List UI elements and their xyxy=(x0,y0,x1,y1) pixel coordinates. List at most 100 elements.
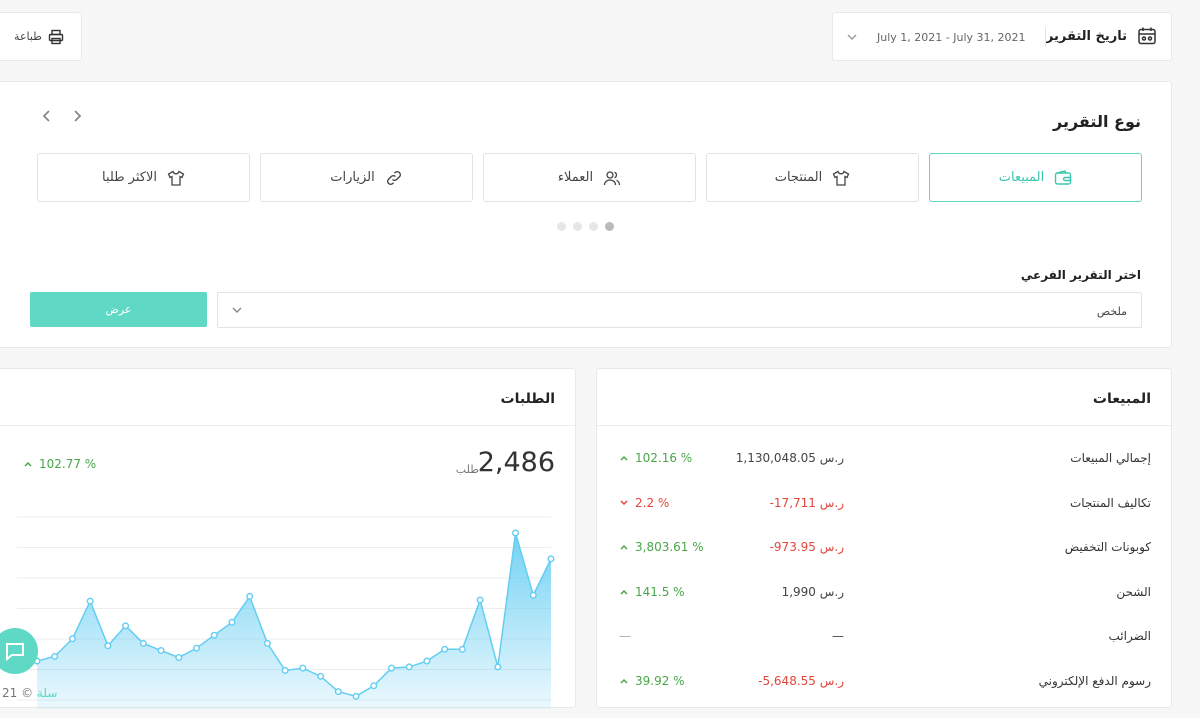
orders-data-point[interactable] xyxy=(334,688,342,696)
sales-row-label: الشحن xyxy=(1116,584,1151,599)
orders-data-point[interactable] xyxy=(263,639,271,647)
orders-data-point[interactable] xyxy=(512,529,520,537)
date-title: تاريخ التقرير xyxy=(1045,29,1127,44)
sales-row-value: 1,990 ر.س xyxy=(781,584,844,599)
sales-row: إجمالي المبيعات 1,130,048.05 ر.س 102.16 % xyxy=(597,451,1171,495)
tile-most-ordered[interactable]: الاكثر طلبا xyxy=(37,153,250,202)
carousel-dot-active[interactable] xyxy=(605,222,614,231)
sales-row-change-value: 3,803.61 % xyxy=(635,540,704,555)
sub-report-select[interactable]: ملخص xyxy=(217,292,1142,328)
orders-data-point[interactable] xyxy=(228,618,236,626)
arrow-up-icon xyxy=(620,589,628,595)
sales-row-value: -5,648.55 ر.س xyxy=(758,674,844,688)
orders-data-point[interactable] xyxy=(104,642,112,650)
footer-copyright: 21 © xyxy=(2,686,34,700)
sales-row-label: كوبونات التخفيض xyxy=(1064,540,1151,555)
chat-icon xyxy=(6,643,24,661)
tile-label: الزيارات xyxy=(330,170,375,185)
sales-row-change-value: 141.5 % xyxy=(635,584,685,599)
show-button[interactable]: عرض xyxy=(30,292,207,327)
tile-customers[interactable]: العملاء xyxy=(483,153,696,202)
sub-report-value: ملخص xyxy=(1096,305,1127,318)
tile-label: المبيعات xyxy=(998,170,1045,185)
arrow-up-icon xyxy=(620,678,628,684)
chevron-left-icon[interactable] xyxy=(39,108,55,124)
orders-data-point[interactable] xyxy=(547,555,555,563)
report-type-card: نوع التقرير المبيعات المنتجات العملاء ال… xyxy=(0,81,1172,348)
sales-row-change-value: 2.2 % xyxy=(635,495,670,510)
divider xyxy=(1045,27,1046,47)
report-type-title: نوع التقرير xyxy=(1053,112,1141,131)
arrow-up-icon xyxy=(620,455,628,461)
tile-label: المنتجات xyxy=(774,170,823,185)
sales-row-value: -973.95 ر.س xyxy=(769,540,844,555)
print-label: طباعة xyxy=(14,30,42,43)
tile-sales[interactable]: المبيعات xyxy=(929,153,1142,202)
orders-data-point[interactable] xyxy=(476,596,484,604)
tile-products[interactable]: المنتجات xyxy=(706,153,919,202)
orders-data-point[interactable] xyxy=(529,591,537,599)
date-range-picker[interactable]: تاريخ التقرير July 1, 2021 - July 31, 20… xyxy=(832,12,1172,61)
printer-icon xyxy=(48,29,64,44)
sales-row-value: -17,711 ر.س xyxy=(769,495,844,510)
orders-title: الطلبات xyxy=(500,391,555,407)
sales-row-change: 39.92 % xyxy=(619,674,685,688)
sales-row-change: 3,803.61 % xyxy=(619,540,704,554)
orders-data-point[interactable] xyxy=(387,664,395,672)
orders-unit: طلب xyxy=(455,463,479,476)
orders-data-point[interactable] xyxy=(68,635,76,643)
arrow-down-icon xyxy=(620,500,628,505)
tile-label: الاكثر طلبا xyxy=(102,170,157,185)
print-button[interactable]: طباعة xyxy=(0,12,82,61)
sales-row: الشحن 1,990 ر.س 141.5 % xyxy=(597,585,1171,629)
tshirt-icon xyxy=(167,170,185,186)
orders-data-point[interactable] xyxy=(210,631,218,639)
card-header: الطلبات xyxy=(0,369,575,426)
orders-area xyxy=(37,532,551,709)
orders-data-point[interactable] xyxy=(51,652,59,660)
sales-card: المبيعات إجمالي المبيعات 1,130,048.05 ر.س… xyxy=(596,368,1172,708)
tshirt-icon xyxy=(832,170,850,186)
orders-data-point[interactable] xyxy=(193,644,201,652)
orders-data-point[interactable] xyxy=(494,663,502,671)
orders-data-point[interactable] xyxy=(423,657,431,665)
chevron-right-icon[interactable] xyxy=(69,108,85,124)
calendar-icon xyxy=(1138,27,1156,45)
sales-row-label: رسوم الدفع الإلكتروني xyxy=(1038,674,1151,688)
sales-row-change-value: 102.16 % xyxy=(635,451,693,465)
orders-data-point[interactable] xyxy=(405,663,413,671)
orders-data-point[interactable] xyxy=(317,672,325,680)
carousel-dots xyxy=(557,222,614,231)
sales-row-label: تكاليف المنتجات xyxy=(1069,495,1151,510)
orders-data-point[interactable] xyxy=(246,592,254,600)
sales-row: رسوم الدفع الإلكتروني -5,648.55 ر.س 39.92 … xyxy=(597,674,1171,718)
orders-data-point[interactable] xyxy=(352,692,360,700)
date-range-value: July 1, 2021 - July 31, 2021 xyxy=(877,31,1026,44)
card-header: المبيعات xyxy=(597,369,1171,426)
orders-data-point[interactable] xyxy=(458,645,466,653)
sub-report-label: اختر التقرير الفرعي xyxy=(1020,268,1141,282)
orders-data-point[interactable] xyxy=(441,645,449,653)
orders-data-point[interactable] xyxy=(299,664,307,672)
orders-change: 102.77 % xyxy=(23,457,96,471)
sales-row: كوبونات التخفيض -973.95 ر.س 3,803.61 % xyxy=(597,540,1171,584)
sales-row-change: 2.2 % xyxy=(619,496,669,510)
sales-row-change-value: — xyxy=(619,629,631,644)
carousel-dot[interactable] xyxy=(557,222,566,231)
link-icon xyxy=(386,170,401,185)
orders-data-point[interactable] xyxy=(175,654,183,662)
orders-change-value: 102.77 % xyxy=(39,457,97,471)
footer-brand[interactable]: سلة xyxy=(37,686,57,700)
orders-data-point[interactable] xyxy=(122,622,130,630)
orders-data-point[interactable] xyxy=(86,597,94,605)
carousel-dot[interactable] xyxy=(589,222,598,231)
orders-data-point[interactable] xyxy=(370,682,378,690)
orders-data-point[interactable] xyxy=(281,666,289,674)
chevron-down-icon xyxy=(847,34,857,40)
tile-visits[interactable]: الزيارات xyxy=(260,153,473,202)
orders-data-point[interactable] xyxy=(157,646,165,654)
carousel-dot[interactable] xyxy=(573,222,582,231)
orders-data-point[interactable] xyxy=(139,639,147,647)
chevron-down-icon xyxy=(232,307,242,313)
users-icon xyxy=(603,170,621,185)
